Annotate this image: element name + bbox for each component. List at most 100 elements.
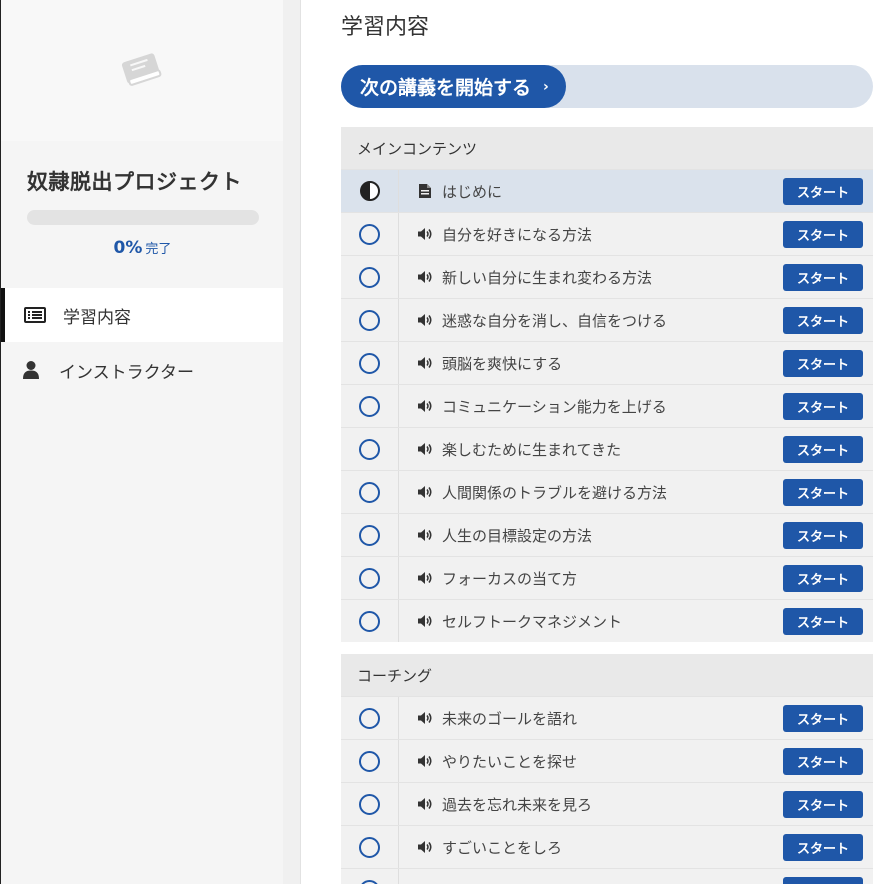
- book-icon: [118, 47, 166, 95]
- start-lecture-button[interactable]: スタート: [783, 608, 863, 635]
- lecture-row[interactable]: コミュニケーション能力を上げる スタート: [341, 384, 873, 427]
- audio-icon: [417, 614, 433, 628]
- audio-icon: [417, 442, 433, 456]
- lecture-row[interactable]: スタート: [341, 868, 873, 884]
- section-main-content: メインコンテンツ はじめに スタート 自分を好きになる方法 スタート 新しい自分に生まれ…: [341, 127, 873, 642]
- next-lecture-bar: 次の講義を開始する ›: [341, 65, 873, 108]
- start-lecture-button[interactable]: スタート: [783, 393, 863, 420]
- list-icon: [23, 305, 47, 325]
- audio-icon: [417, 485, 433, 499]
- empty-circle-icon: [359, 481, 380, 503]
- start-lecture-button[interactable]: スタート: [783, 791, 863, 818]
- empty-circle-icon: [359, 567, 380, 589]
- start-lecture-button[interactable]: スタート: [783, 307, 863, 334]
- start-lecture-button[interactable]: スタート: [783, 436, 863, 463]
- lecture-row[interactable]: 人生の目標設定の方法 スタート: [341, 513, 873, 556]
- start-lecture-button[interactable]: スタート: [783, 178, 863, 205]
- empty-circle-icon: [359, 395, 380, 417]
- lecture-row[interactable]: 頭脳を爽快にする スタート: [341, 341, 873, 384]
- empty-circle-icon: [359, 793, 380, 815]
- lecture-row[interactable]: はじめに スタート: [341, 169, 873, 212]
- nav-item-instructor[interactable]: インストラクター: [1, 343, 284, 397]
- start-lecture-button[interactable]: スタート: [783, 350, 863, 377]
- audio-icon: [417, 528, 433, 542]
- section-title: メインコンテンツ: [341, 127, 873, 169]
- lecture-status: [341, 600, 399, 642]
- progress-percent: 0%: [113, 238, 143, 258]
- course-progress-bar: [27, 210, 259, 225]
- half-circle-icon: [359, 181, 380, 201]
- lecture-row[interactable]: 未来のゴールを語れ スタート: [341, 696, 873, 739]
- start-lecture-button[interactable]: スタート: [783, 565, 863, 592]
- progress-complete-label: 完了: [145, 242, 172, 257]
- empty-circle-icon: [359, 707, 380, 729]
- lecture-row[interactable]: やりたいことを探せ スタート: [341, 739, 873, 782]
- section-coaching: コーチング 未来のゴールを語れ スタート やりたいことを探せ スタート 過去を忘れ未来を…: [341, 654, 873, 884]
- chevron-right-icon: ›: [543, 78, 549, 95]
- lecture-status: [341, 514, 399, 556]
- empty-circle-icon: [359, 309, 380, 331]
- empty-circle-icon: [359, 524, 380, 546]
- lecture-row[interactable]: フォーカスの当て方 スタート: [341, 556, 873, 599]
- start-lecture-button[interactable]: スタート: [783, 479, 863, 506]
- audio-icon: [417, 270, 433, 284]
- lecture-status: [341, 826, 399, 868]
- progress-text: 0% 完了: [1, 238, 284, 258]
- lecture-status: [341, 213, 399, 255]
- lecture-status: [341, 557, 399, 599]
- empty-circle-icon: [359, 266, 380, 288]
- document-icon: [417, 184, 433, 198]
- course-thumbnail: [1, 0, 283, 141]
- empty-circle-icon: [359, 836, 380, 858]
- start-lecture-button[interactable]: スタート: [783, 705, 863, 732]
- nav-item-curriculum[interactable]: 学習内容: [1, 288, 284, 342]
- lecture-status: [341, 783, 399, 825]
- lecture-row[interactable]: 迷惑な自分を消し、自信をつける スタート: [341, 298, 873, 341]
- lecture-status: [341, 342, 399, 384]
- start-lecture-button[interactable]: スタート: [783, 834, 863, 861]
- empty-circle-icon: [359, 352, 380, 374]
- empty-circle-icon: [359, 438, 380, 460]
- lecture-status: [341, 740, 399, 782]
- audio-icon: [417, 399, 433, 413]
- user-icon: [19, 360, 43, 380]
- lecture-row[interactable]: 人間関係のトラブルを避ける方法 スタート: [341, 470, 873, 513]
- lecture-row[interactable]: 楽しむために生まれてきた スタート: [341, 427, 873, 470]
- course-title: 奴隷脱出プロジェクト: [27, 170, 242, 194]
- audio-icon: [417, 840, 433, 854]
- page-title: 学習内容: [341, 15, 430, 40]
- empty-circle-icon: [359, 610, 380, 632]
- lecture-status: [341, 869, 399, 884]
- lecture-row[interactable]: 新しい自分に生まれ変わる方法 スタート: [341, 255, 873, 298]
- audio-icon: [417, 356, 433, 370]
- lecture-row[interactable]: セルフトークマネジメント スタート: [341, 599, 873, 642]
- lecture-status: [341, 299, 399, 341]
- start-lecture-button[interactable]: スタート: [783, 522, 863, 549]
- lecture-status: [341, 697, 399, 739]
- empty-circle-icon: [359, 750, 380, 772]
- next-button-label: 次の講義を開始する: [360, 77, 532, 99]
- lecture-row[interactable]: 自分を好きになる方法 スタート: [341, 212, 873, 255]
- audio-icon: [417, 754, 433, 768]
- lecture-status: [341, 428, 399, 470]
- audio-icon: [417, 571, 433, 585]
- start-lecture-button[interactable]: スタート: [783, 748, 863, 775]
- nav-item-label: インストラクター: [59, 362, 194, 383]
- sidebar: 奴隷脱出プロジェクト 0% 完了 学習内容 インストラクター: [0, 0, 284, 884]
- lecture-list: 未来のゴールを語れ スタート やりたいことを探せ スタート 過去を忘れ未来を見ろ スタート…: [341, 696, 873, 884]
- start-lecture-button[interactable]: スタート: [783, 221, 863, 248]
- lecture-row[interactable]: すごいことをしろ スタート: [341, 825, 873, 868]
- empty-circle-icon: [359, 879, 380, 884]
- start-lecture-button[interactable]: スタート: [783, 877, 863, 884]
- lecture-status: [341, 170, 399, 212]
- sidebar-divider: [283, 0, 301, 884]
- start-lecture-button[interactable]: スタート: [783, 264, 863, 291]
- empty-circle-icon: [359, 223, 380, 245]
- lecture-status: [341, 385, 399, 427]
- lecture-row[interactable]: 過去を忘れ未来を見ろ スタート: [341, 782, 873, 825]
- lecture-status: [341, 471, 399, 513]
- audio-icon: [417, 797, 433, 811]
- audio-icon: [417, 227, 433, 241]
- start-next-lecture-button[interactable]: 次の講義を開始する ›: [341, 65, 566, 108]
- lecture-list: はじめに スタート 自分を好きになる方法 スタート 新しい自分に生まれ変わる方法 スタート…: [341, 169, 873, 642]
